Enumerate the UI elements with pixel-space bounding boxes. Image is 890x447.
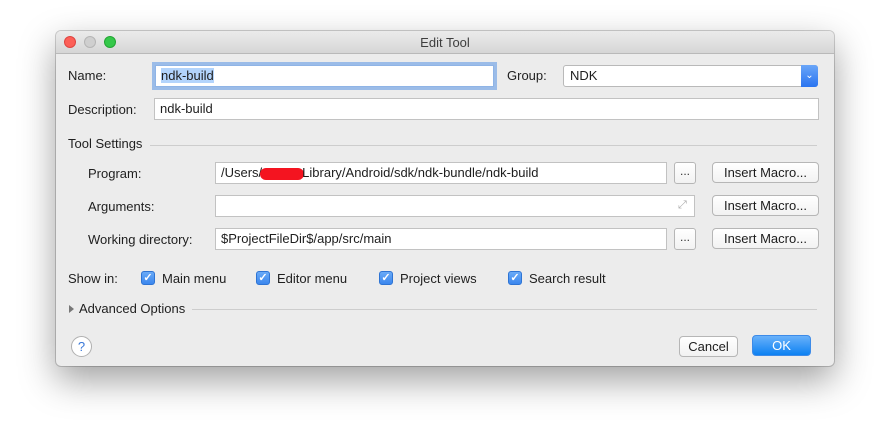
project-views-label[interactable]: Project views	[400, 271, 477, 286]
working-directory-label: Working directory:	[88, 232, 193, 247]
edit-tool-dialog: Edit Tool Name: ndk-build Group: NDK ⌄ D…	[56, 31, 834, 366]
description-label: Description:	[68, 102, 137, 117]
name-label: Name:	[68, 68, 107, 83]
project-views-checkbox[interactable]: ✓	[379, 271, 393, 285]
working-directory-value: $ProjectFileDir$/app/src/main	[221, 231, 392, 246]
working-directory-field[interactable]: $ProjectFileDir$/app/src/main	[215, 228, 667, 250]
window-title: Edit Tool	[420, 35, 470, 50]
main-menu-label[interactable]: Main menu	[162, 271, 226, 286]
program-insert-macro-button[interactable]: Insert Macro...	[712, 162, 819, 183]
group-value: NDK	[570, 68, 598, 83]
main-menu-checkbox[interactable]: ✓	[141, 271, 155, 285]
expand-arrows-icon[interactable]: ⤢	[678, 199, 690, 211]
check-icon: ✓	[510, 272, 520, 284]
search-result-checkbox[interactable]: ✓	[508, 271, 522, 285]
working-directory-insert-macro-button[interactable]: Insert Macro...	[712, 228, 819, 249]
cancel-button[interactable]: Cancel	[679, 336, 738, 357]
help-icon[interactable]: ?	[71, 336, 92, 357]
arguments-label: Arguments:	[88, 199, 155, 214]
arguments-field[interactable]: ⤢	[215, 195, 695, 217]
check-icon: ✓	[143, 272, 153, 284]
show-in-label: Show in:	[68, 271, 118, 286]
search-result-label[interactable]: Search result	[529, 271, 606, 286]
program-field[interactable]: /Users/Library/Android/sdk/ndk-bundle/nd…	[215, 162, 667, 184]
arguments-insert-macro-button[interactable]: Insert Macro...	[712, 195, 819, 216]
program-value-prefix: /Users/	[221, 165, 263, 180]
ok-button[interactable]: OK	[752, 335, 811, 356]
program-value-suffix: Library/Android/sdk/ndk-bundle/ndk-build	[302, 165, 539, 180]
chevron-down-icon[interactable]: ⌄	[801, 65, 818, 87]
group-label: Group:	[507, 68, 547, 83]
editor-menu-checkbox[interactable]: ✓	[256, 271, 270, 285]
section-divider	[150, 145, 817, 146]
check-icon: ✓	[258, 272, 268, 284]
working-directory-browse-button[interactable]: ...	[674, 228, 696, 250]
disclosure-triangle-icon[interactable]	[69, 305, 74, 313]
editor-menu-label[interactable]: Editor menu	[277, 271, 347, 286]
advanced-divider	[192, 309, 817, 310]
program-browse-button[interactable]: ...	[674, 162, 696, 184]
group-combobox[interactable]: NDK ⌄	[563, 65, 818, 87]
redaction-mark	[260, 167, 305, 180]
name-field[interactable]: ndk-build	[155, 65, 494, 87]
tool-settings-heading: Tool Settings	[68, 136, 143, 151]
title-bar[interactable]: Edit Tool	[56, 31, 834, 54]
name-value: ndk-build	[161, 68, 214, 83]
program-label: Program:	[88, 166, 142, 181]
description-value: ndk-build	[160, 101, 213, 116]
advanced-options-toggle[interactable]: Advanced Options	[79, 301, 185, 316]
check-icon: ✓	[381, 272, 391, 284]
description-field[interactable]: ndk-build	[154, 98, 819, 120]
